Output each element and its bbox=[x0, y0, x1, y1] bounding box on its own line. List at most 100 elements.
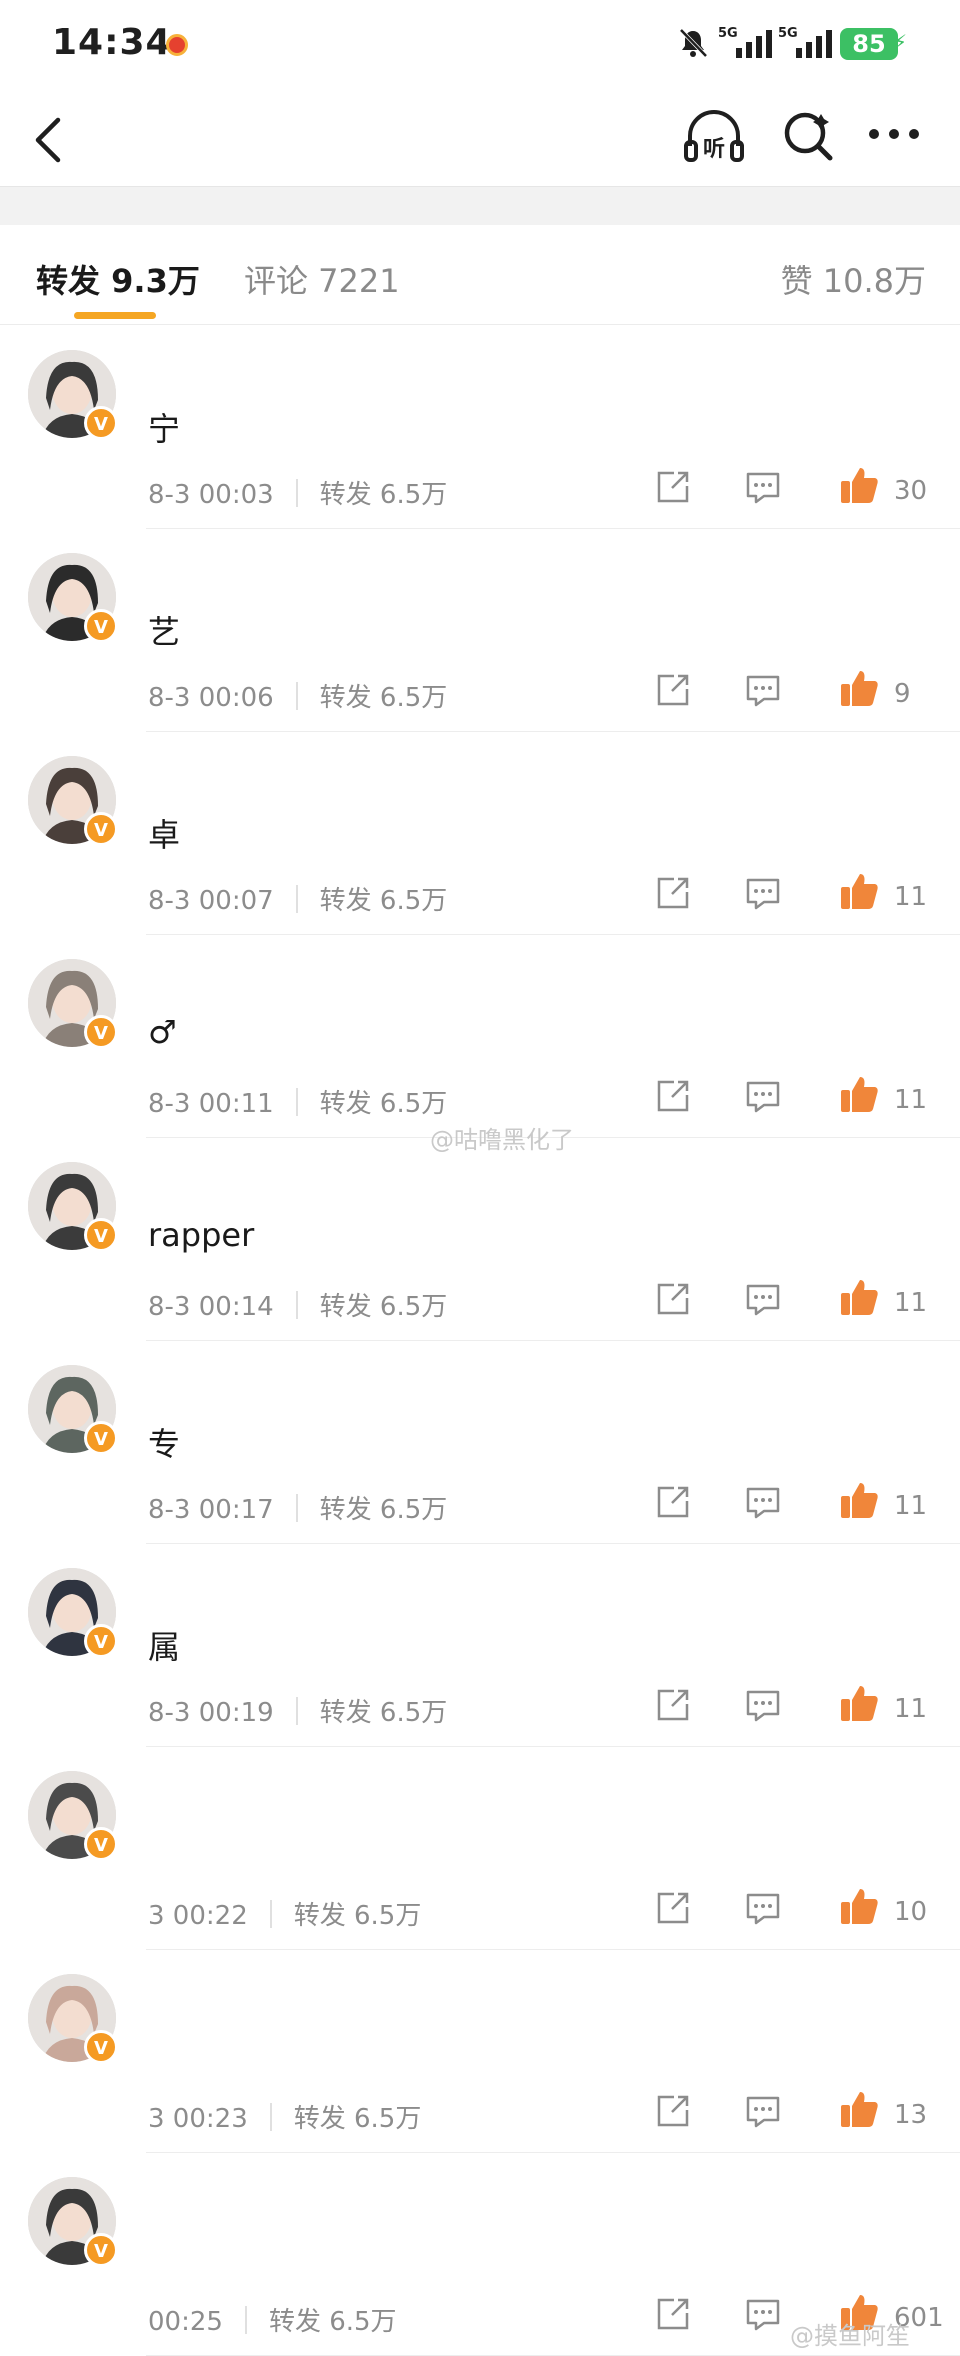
repost-count: 转发 6.5万 bbox=[319, 1698, 448, 1728]
repost-meta: 00:25 转发 6.5万 bbox=[148, 2301, 397, 2338]
share-icon[interactable] bbox=[654, 1483, 692, 1521]
verified-badge-icon: V bbox=[84, 812, 118, 846]
watermark-bottom: @摸鱼阿笙 bbox=[790, 2322, 910, 2350]
mute-bell-icon bbox=[679, 28, 708, 58]
tab-repost[interactable]: 转发 9.3万 bbox=[36, 256, 200, 302]
like-count: 9 bbox=[894, 679, 911, 709]
avatar[interactable]: V bbox=[28, 1162, 118, 1252]
avatar[interactable]: V bbox=[28, 1568, 118, 1658]
repost-meta: 3 00:22 转发 6.5万 bbox=[148, 1895, 421, 1932]
comment-icon[interactable] bbox=[744, 1077, 782, 1115]
charging-icon: ⚡ bbox=[893, 30, 908, 54]
listen-headphones-icon[interactable]: 听 bbox=[682, 106, 746, 170]
search-icon[interactable] bbox=[778, 106, 838, 166]
username[interactable]: 艺 bbox=[148, 607, 180, 653]
username[interactable]: 卓 bbox=[148, 810, 180, 856]
verified-badge-icon: V bbox=[84, 1624, 118, 1658]
repost-meta: 8-3 00:03 转发 6.5万 bbox=[148, 474, 447, 511]
active-tab-indicator bbox=[74, 312, 156, 319]
repost-time: 8-3 00:11 bbox=[148, 1089, 274, 1119]
avatar[interactable]: V bbox=[28, 350, 118, 440]
username[interactable]: 专 bbox=[148, 1419, 180, 1465]
comment-icon[interactable] bbox=[744, 1483, 782, 1521]
avatar[interactable]: V bbox=[28, 2177, 118, 2267]
comment-icon[interactable] bbox=[744, 1686, 782, 1724]
tab-comment[interactable]: 评论 7221 bbox=[244, 256, 400, 302]
like-count: 10 bbox=[894, 1897, 928, 1927]
avatar[interactable]: V bbox=[28, 959, 118, 1049]
list-item[interactable]: V 3 00:23 转发 6.5万 13 bbox=[0, 1950, 960, 2153]
comment-icon[interactable] bbox=[744, 1280, 782, 1318]
list-item[interactable]: V 艺 8-3 00:06 转发 6.5万 9 bbox=[0, 529, 960, 732]
thumbs-up-icon[interactable] bbox=[838, 1073, 880, 1115]
repost-meta: 8-3 00:07 转发 6.5万 bbox=[148, 880, 447, 917]
signal-icon: 5G bbox=[718, 26, 782, 60]
comment-icon[interactable] bbox=[744, 671, 782, 709]
header-separator bbox=[0, 186, 960, 225]
comment-icon[interactable] bbox=[744, 1889, 782, 1927]
list-item[interactable]: V 属 8-3 00:19 转发 6.5万 11 bbox=[0, 1544, 960, 1747]
verified-badge-icon: V bbox=[84, 1218, 118, 1252]
list-item[interactable]: V 卓 8-3 00:07 转发 6.5万 11 bbox=[0, 732, 960, 935]
repost-count: 转发 6.5万 bbox=[293, 2104, 422, 2134]
thumbs-up-icon[interactable] bbox=[838, 1276, 880, 1318]
avatar[interactable]: V bbox=[28, 1365, 118, 1455]
verified-badge-icon: V bbox=[84, 406, 118, 440]
share-icon[interactable] bbox=[654, 1686, 692, 1724]
share-icon[interactable] bbox=[654, 2295, 692, 2333]
share-icon[interactable] bbox=[654, 1280, 692, 1318]
like-count: 30 bbox=[894, 476, 928, 506]
comment-icon[interactable] bbox=[744, 2295, 782, 2333]
comment-icon[interactable] bbox=[744, 2092, 782, 2130]
comment-icon[interactable] bbox=[744, 468, 782, 506]
repost-meta: 8-3 00:17 转发 6.5万 bbox=[148, 1489, 447, 1526]
list-item[interactable]: V rapper 8-3 00:14 转发 6.5万 11 bbox=[0, 1138, 960, 1341]
list-item[interactable]: V 3 00:22 转发 6.5万 10 bbox=[0, 1747, 960, 1950]
share-icon[interactable] bbox=[654, 1077, 692, 1115]
thumbs-up-icon[interactable] bbox=[838, 870, 880, 912]
comment-icon[interactable] bbox=[744, 874, 782, 912]
username[interactable]: ♂ bbox=[148, 1013, 177, 1051]
verified-badge-icon: V bbox=[84, 2233, 118, 2267]
battery-level: 85 bbox=[840, 28, 898, 60]
thumbs-up-icon[interactable] bbox=[838, 1479, 880, 1521]
like-count: 11 bbox=[894, 1085, 928, 1115]
repost-time: 8-3 00:03 bbox=[148, 480, 274, 510]
like-count: 11 bbox=[894, 1491, 928, 1521]
list-item[interactable]: V ♂ 8-3 00:11 转发 6.5万 11 bbox=[0, 935, 960, 1138]
avatar[interactable]: V bbox=[28, 1771, 118, 1861]
avatar[interactable]: V bbox=[28, 1974, 118, 2064]
list-item[interactable]: V 专 8-3 00:17 转发 6.5万 11 bbox=[0, 1341, 960, 1544]
username[interactable]: rapper bbox=[148, 1216, 254, 1254]
repost-meta: 8-3 00:14 转发 6.5万 bbox=[148, 1286, 447, 1323]
thumbs-up-icon[interactable] bbox=[838, 464, 880, 506]
repost-count: 转发 6.5万 bbox=[319, 886, 448, 916]
repost-time: 00:25 bbox=[148, 2307, 223, 2337]
share-icon[interactable] bbox=[654, 874, 692, 912]
share-icon[interactable] bbox=[654, 1889, 692, 1927]
repost-count: 转发 6.5万 bbox=[319, 480, 448, 510]
tab-like[interactable]: 赞 10.8万 bbox=[781, 256, 926, 302]
repost-count: 转发 6.5万 bbox=[319, 1089, 448, 1119]
thumbs-up-icon[interactable] bbox=[838, 2088, 880, 2130]
thumbs-up-icon[interactable] bbox=[838, 667, 880, 709]
thumbs-up-icon[interactable] bbox=[838, 1682, 880, 1724]
share-icon[interactable] bbox=[654, 468, 692, 506]
list-item[interactable]: V 宁 8-3 00:03 转发 6.5万 30 bbox=[0, 326, 960, 529]
share-icon[interactable] bbox=[654, 671, 692, 709]
repost-meta: 8-3 00:11 转发 6.5万 bbox=[148, 1083, 447, 1120]
repost-time: 8-3 00:19 bbox=[148, 1698, 274, 1728]
share-icon[interactable] bbox=[654, 2092, 692, 2130]
nav-bar: 听 bbox=[0, 92, 960, 192]
username[interactable]: 属 bbox=[148, 1622, 180, 1668]
repost-time: 8-3 00:06 bbox=[148, 683, 274, 713]
avatar[interactable]: V bbox=[28, 756, 118, 846]
username[interactable]: 宁 bbox=[148, 404, 180, 450]
avatar[interactable]: V bbox=[28, 553, 118, 643]
thumbs-up-icon[interactable] bbox=[838, 1885, 880, 1927]
more-options-icon[interactable] bbox=[866, 114, 922, 154]
repost-time: 3 00:22 bbox=[148, 1901, 248, 1931]
repost-time: 8-3 00:17 bbox=[148, 1495, 274, 1525]
status-time: 14:34 bbox=[52, 22, 172, 63]
back-arrow-icon[interactable] bbox=[28, 110, 68, 170]
